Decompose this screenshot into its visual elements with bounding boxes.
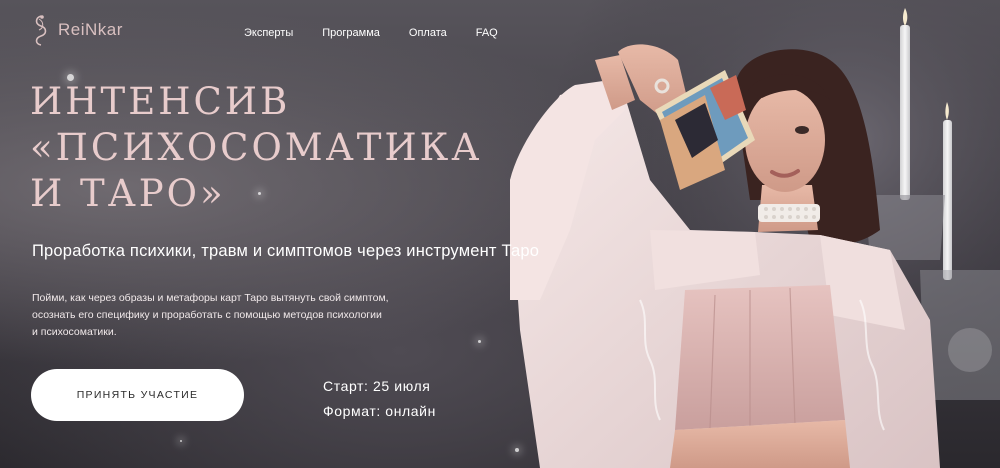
nav-item-experts[interactable]: Эксперты [244, 27, 293, 39]
title-line: И ТАРО» [30, 172, 226, 215]
crescent-moon-icon [303, 405, 308, 416]
info-format: Формат: онлайн [300, 398, 436, 423]
description-line: осознать его специфику и проработать с п… [32, 309, 382, 321]
logo-text: ReiNkar [58, 20, 123, 39]
start-date-text: Старт: 25 июля [323, 377, 431, 394]
info-start: Старт: 25 июля [300, 373, 436, 398]
page-title: ИНТЕНСИВ «ПСИХОСОМАТИКА И ТАРО» [30, 79, 482, 217]
landing-page: ReiNkar Эксперты Программа Оплата FAQ ИН… [0, 0, 1000, 468]
sparkle-decoration [478, 340, 481, 343]
snake-logo-icon [35, 15, 47, 46]
description-line: и психосоматики. [32, 326, 117, 338]
course-info: Старт: 25 июля Формат: онлайн [300, 373, 436, 423]
format-text: Формат: онлайн [323, 402, 436, 419]
main-nav: Эксперты Программа Оплата FAQ [244, 27, 527, 39]
nav-item-faq[interactable]: FAQ [476, 27, 498, 39]
nav-item-payment[interactable]: Оплата [409, 27, 447, 39]
crescent-moon-icon [303, 380, 308, 391]
title-line: «ПСИХОСОМАТИКА [30, 126, 483, 169]
join-button[interactable]: ПРИНЯТЬ УЧАСТИЕ [31, 369, 244, 421]
title-line: ИНТЕНСИВ [30, 80, 291, 123]
hero-subtitle: Проработка психики, травм и симптомов че… [32, 242, 540, 260]
logo[interactable]: ReiNkar [30, 13, 123, 47]
sparkle-decoration [180, 440, 182, 442]
hero-description: Пойми, как через образы и метафоры карт … [32, 290, 389, 341]
hero-photo [500, 0, 1000, 468]
description-line: Пойми, как через образы и метафоры карт … [32, 292, 389, 304]
nav-item-program[interactable]: Программа [322, 27, 380, 39]
